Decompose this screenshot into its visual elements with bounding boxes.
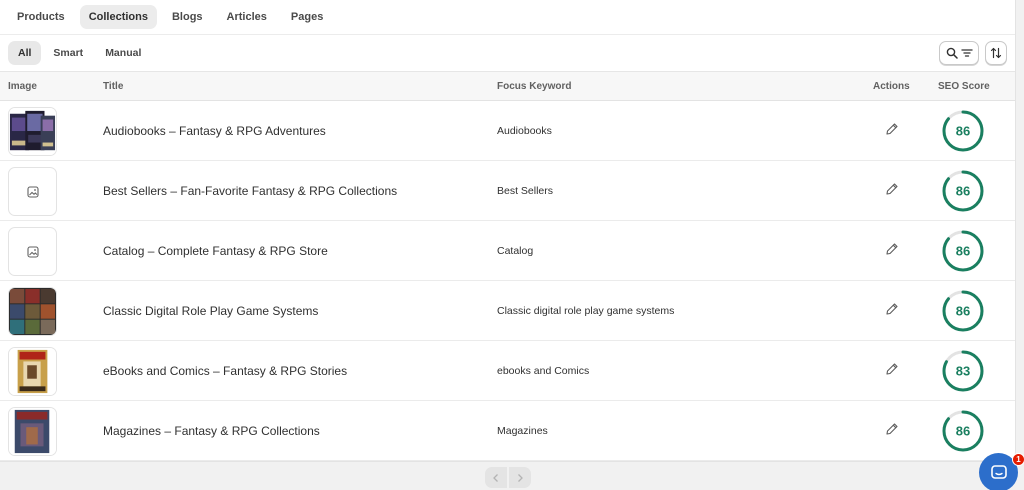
seo-score-ring: 86 [942, 230, 984, 272]
sort-button[interactable] [985, 41, 1007, 65]
seo-score-value: 83 [956, 364, 970, 379]
tab-collections[interactable]: Collections [79, 5, 157, 29]
prev-page-button[interactable] [485, 467, 507, 488]
header-title: Title [103, 81, 124, 92]
focus-keyword: Best Sellers [497, 185, 554, 197]
edit-pencil-icon[interactable] [885, 122, 899, 136]
header-actions: Actions [873, 81, 910, 92]
tab-pages[interactable]: Pages [282, 5, 332, 29]
table-row[interactable]: Classic Digital Role Play Game Systems C… [0, 281, 1015, 341]
seo-score-ring: 86 [942, 410, 984, 452]
table-row[interactable]: Audiobooks – Fantasy & RPG Adventures Au… [0, 101, 1015, 161]
search-icon [946, 47, 958, 59]
filter-tab-manual[interactable]: Manual [95, 41, 151, 65]
tab-blogs[interactable]: Blogs [163, 5, 212, 29]
seo-score-value: 86 [956, 184, 970, 199]
edit-pencil-icon[interactable] [885, 362, 899, 376]
header-focus-keyword: Focus Keyword [497, 81, 572, 92]
filter-lines-icon [960, 49, 973, 57]
seo-score-value: 86 [956, 424, 970, 439]
collection-title[interactable]: Catalog – Complete Fantasy & RPG Store [103, 244, 328, 258]
seo-score-value: 86 [956, 244, 970, 259]
header-seo-score: SEO Score [938, 81, 990, 92]
focus-keyword: ebooks and Comics [497, 365, 590, 377]
chevron-left-icon [493, 473, 498, 482]
collections-panel: Products Collections Blogs Articles Page… [0, 0, 1016, 462]
seo-score-ring: 86 [942, 170, 984, 212]
tab-articles[interactable]: Articles [218, 5, 276, 29]
collection-title[interactable]: Magazines – Fantasy & RPG Collections [103, 424, 320, 438]
edit-pencil-icon[interactable] [885, 182, 899, 196]
comic-cover-thumbnail [8, 347, 57, 396]
next-page-button[interactable] [509, 467, 531, 488]
focus-keyword: Classic digital role play game systems [497, 305, 675, 317]
rpg-collage-thumbnail [8, 287, 57, 336]
seo-score-value: 86 [956, 304, 970, 319]
collection-title[interactable]: Audiobooks – Fantasy & RPG Adventures [103, 124, 326, 138]
focus-keyword: Audiobooks [497, 125, 552, 137]
seo-score-value: 86 [956, 124, 970, 139]
header-image: Image [8, 81, 37, 92]
focus-keyword: Catalog [497, 245, 534, 257]
magazine-cover-thumbnail [8, 407, 57, 456]
tab-products[interactable]: Products [8, 5, 74, 29]
table-row[interactable]: eBooks and Comics – Fantasy & RPG Storie… [0, 341, 1015, 401]
table-header: Image Title Focus Keyword Actions SEO Sc… [0, 72, 1015, 101]
table-tools [939, 41, 1007, 65]
collection-title[interactable]: Classic Digital Role Play Game Systems [103, 304, 318, 318]
search-filter-button[interactable] [939, 41, 979, 65]
edit-pencil-icon[interactable] [885, 242, 899, 256]
audiobook-covers-thumbnail [8, 107, 57, 156]
chevron-right-icon [518, 473, 523, 482]
sort-arrows-icon [990, 47, 1002, 59]
image-placeholder-icon [8, 227, 57, 276]
notification-badge: 1 [1012, 453, 1024, 466]
filter-tab-smart[interactable]: Smart [43, 41, 93, 65]
edit-pencil-icon[interactable] [885, 302, 899, 316]
pagination [485, 467, 531, 488]
seo-score-ring: 86 [942, 110, 984, 152]
resource-type-tabs: Products Collections Blogs Articles Page… [0, 0, 1015, 35]
chat-bubble-icon [990, 464, 1007, 479]
seo-score-ring: 86 [942, 290, 984, 332]
table-row[interactable]: Magazines – Fantasy & RPG Collections Ma… [0, 401, 1015, 461]
collection-title[interactable]: Best Sellers – Fan-Favorite Fantasy & RP… [103, 184, 397, 198]
filter-tab-all[interactable]: All [8, 41, 42, 65]
table-row[interactable]: Catalog – Complete Fantasy & RPG Store C… [0, 221, 1015, 281]
collection-title[interactable]: eBooks and Comics – Fantasy & RPG Storie… [103, 364, 347, 378]
seo-score-ring: 83 [942, 350, 984, 392]
filter-bar: All Smart Manual [0, 35, 1015, 72]
edit-pencil-icon[interactable] [885, 422, 899, 436]
table-row[interactable]: Best Sellers – Fan-Favorite Fantasy & RP… [0, 161, 1015, 221]
table-body: Audiobooks – Fantasy & RPG Adventures Au… [0, 101, 1015, 461]
image-placeholder-icon [8, 167, 57, 216]
focus-keyword: Magazines [497, 425, 548, 437]
